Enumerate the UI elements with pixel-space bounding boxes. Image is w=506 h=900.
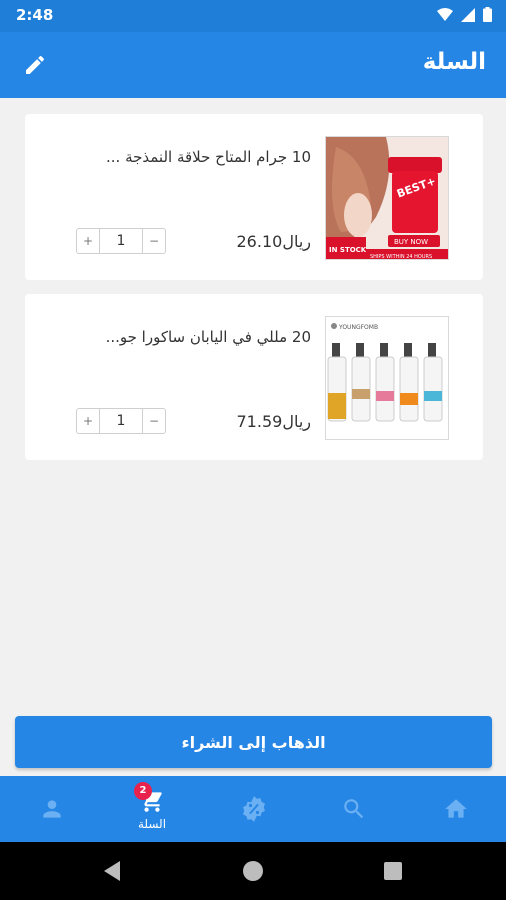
checkout-button[interactable]: الذهاب إلى الشراء bbox=[15, 716, 492, 768]
nav-profile[interactable] bbox=[22, 776, 82, 842]
system-home-button[interactable] bbox=[241, 859, 265, 883]
product-title[interactable]: 20 مللي في اليابان ساكورا جو... bbox=[51, 328, 311, 346]
quantity-stepper: + 1 − bbox=[76, 408, 166, 434]
product-image[interactable]: YOUNGFOMB bbox=[325, 316, 449, 440]
status-icons bbox=[437, 7, 492, 22]
product-price: 26.10ريال bbox=[236, 232, 312, 251]
nav-home[interactable] bbox=[426, 776, 486, 842]
signal-icon bbox=[461, 7, 475, 22]
nav-cart[interactable]: 2 السلة bbox=[122, 776, 182, 842]
product-image-serum: YOUNGFOMB bbox=[326, 317, 448, 439]
image-text-stock: IN STOCK bbox=[329, 246, 367, 254]
minus-button[interactable]: − bbox=[143, 229, 165, 253]
bottom-nav: 2 السلة bbox=[0, 776, 506, 842]
minus-button[interactable]: − bbox=[143, 409, 165, 433]
nav-cart-label: السلة bbox=[137, 816, 167, 831]
discount-badge-icon bbox=[243, 796, 265, 822]
quantity-value: 1 bbox=[99, 229, 143, 253]
nav-offers[interactable] bbox=[224, 776, 284, 842]
system-recents-button[interactable] bbox=[381, 859, 405, 883]
product-price: 71.59ريال bbox=[236, 412, 312, 431]
image-text-ship: SHIPS WITHIN 24 HOURS bbox=[370, 254, 432, 260]
edit-button[interactable] bbox=[20, 50, 50, 80]
nav-search[interactable] bbox=[324, 776, 384, 842]
plus-button[interactable]: + bbox=[77, 229, 99, 253]
home-circle-icon bbox=[243, 861, 263, 881]
battery-icon bbox=[483, 7, 492, 22]
product-image-hair-powder: BEST+ IN STOCK BUY NOW SHIPS WITHIN 24 H… bbox=[326, 137, 448, 260]
product-title[interactable]: 10 جرام المتاح حلاقة النمذجة ... bbox=[51, 148, 311, 166]
person-icon bbox=[43, 800, 61, 818]
system-back-button[interactable] bbox=[100, 859, 124, 883]
wifi-icon bbox=[437, 7, 453, 21]
status-time: 2:48 bbox=[16, 6, 54, 24]
plus-button[interactable]: + bbox=[77, 409, 99, 433]
quantity-stepper: + 1 − bbox=[76, 228, 166, 254]
status-bar: 2:48 bbox=[0, 0, 506, 32]
page-title: السلة bbox=[422, 49, 486, 75]
app-bar: السلة bbox=[0, 32, 506, 98]
back-triangle-icon bbox=[104, 861, 120, 881]
product-image[interactable]: BEST+ IN STOCK BUY NOW SHIPS WITHIN 24 H… bbox=[325, 136, 449, 260]
quantity-value: 1 bbox=[99, 409, 143, 433]
cart-item[interactable]: BEST+ IN STOCK BUY NOW SHIPS WITHIN 24 H… bbox=[25, 114, 483, 280]
image-text-brand: YOUNGFOMB bbox=[338, 324, 378, 331]
cart-count-badge: 2 bbox=[134, 781, 152, 800]
cart-item[interactable]: YOUNGFOMB 20 مللي في اليابان ساكورا جو..… bbox=[25, 294, 483, 460]
search-icon bbox=[344, 799, 364, 819]
image-text-buy: BUY NOW bbox=[394, 238, 428, 246]
home-icon bbox=[445, 799, 467, 818]
recents-square-icon bbox=[384, 862, 402, 880]
system-nav-bar bbox=[0, 842, 506, 900]
pencil-icon bbox=[26, 55, 45, 74]
